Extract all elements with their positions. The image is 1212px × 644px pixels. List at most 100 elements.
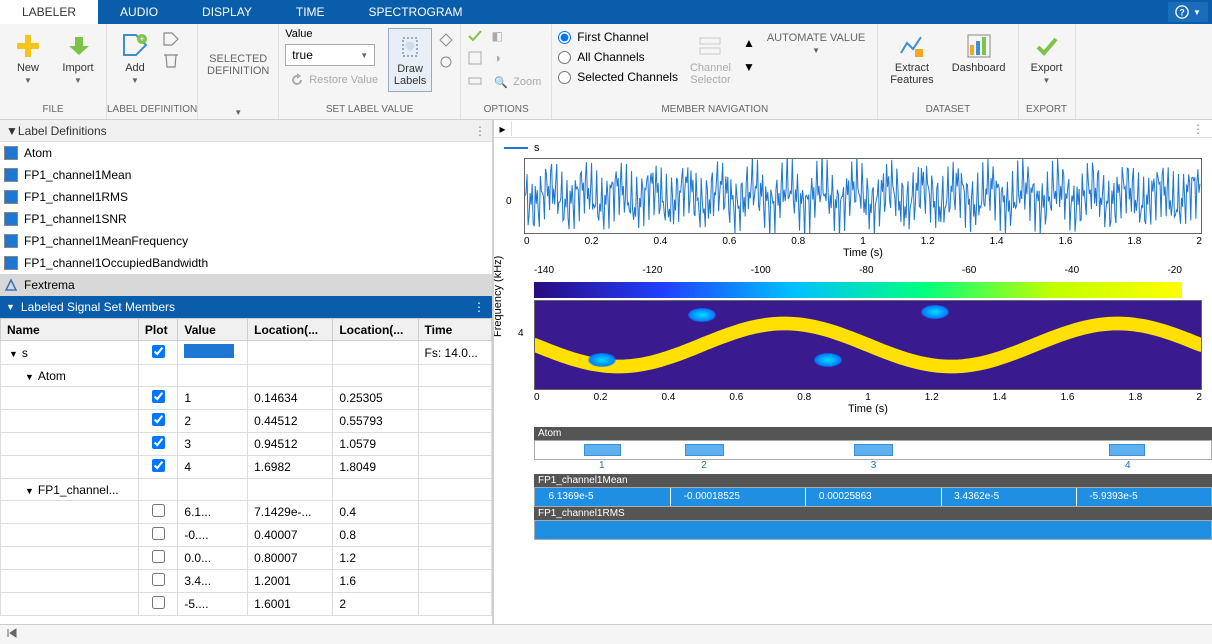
- opt5-icon[interactable]: ◑: [489, 50, 505, 66]
- svg-text:+: +: [139, 34, 144, 44]
- add-button[interactable]: + Add▼: [113, 28, 157, 89]
- column-header[interactable]: Name: [1, 319, 139, 341]
- table-row[interactable]: 10.146340.25305: [1, 387, 492, 410]
- plot-checkbox[interactable]: [152, 436, 165, 449]
- draw-labels-button[interactable]: Draw Labels: [388, 28, 432, 92]
- opt2-icon[interactable]: [467, 50, 483, 66]
- column-header[interactable]: Location(...: [248, 319, 333, 341]
- table-row[interactable]: -5....1.60012: [1, 593, 492, 616]
- table-row[interactable]: 30.945121.0579: [1, 433, 492, 456]
- definition-row[interactable]: FP1_channel1MeanFrequency: [0, 230, 492, 252]
- import-button[interactable]: Import▼: [56, 28, 100, 89]
- track-rms[interactable]: [534, 520, 1212, 540]
- group-label-setval: SET LABEL VALUE: [279, 102, 460, 119]
- radio-all-channels[interactable]: All Channels: [558, 48, 678, 66]
- radio-first-channel[interactable]: First Channel: [558, 28, 678, 46]
- check-export-icon: [1033, 32, 1061, 60]
- label-definitions-header[interactable]: ▼Label Definitions⋮: [0, 120, 492, 142]
- tab-audio[interactable]: AUDIO: [98, 0, 180, 24]
- label-tool2-icon[interactable]: [438, 54, 454, 70]
- opt3-icon[interactable]: [467, 72, 483, 88]
- definition-row[interactable]: FP1_channel1Mean: [0, 164, 492, 186]
- tab-strip: LABELER AUDIO DISPLAY TIME SPECTROGRAM ?…: [0, 0, 1212, 24]
- color-swatch: [4, 168, 18, 182]
- check-icon[interactable]: [467, 28, 483, 44]
- svg-text:?: ?: [1179, 8, 1184, 18]
- table-row[interactable]: -0....0.400070.8: [1, 524, 492, 547]
- table-row[interactable]: ▼sFs: 14.0...: [1, 341, 492, 365]
- opt4-icon[interactable]: ◧: [489, 28, 505, 44]
- track-atom[interactable]: [534, 440, 1212, 460]
- track-mean-header: FP1_channel1Mean: [534, 474, 1212, 487]
- table-row[interactable]: 6.1...7.1429e-...0.4: [1, 501, 492, 524]
- plot-checkbox[interactable]: [152, 573, 165, 586]
- waveform-plot[interactable]: 0 00.20.40.60.811.21.41.61.82 Time (s): [494, 158, 1212, 265]
- delete-icon[interactable]: [163, 52, 179, 68]
- plot-checkbox[interactable]: [152, 550, 165, 563]
- atom-region[interactable]: [1109, 444, 1145, 456]
- nav-up-icon[interactable]: ▲: [743, 36, 755, 50]
- dashboard-button[interactable]: Dashboard: [946, 28, 1012, 78]
- atom-region[interactable]: [854, 444, 892, 456]
- plot-legend: s: [494, 138, 1212, 158]
- group-label-export: EXPORT: [1019, 102, 1075, 119]
- radio-selected-channels[interactable]: Selected Channels: [558, 68, 678, 86]
- plot-toolbar: ▸⋮: [494, 120, 1212, 138]
- members-header[interactable]: ▼Labeled Signal Set Members⋮: [0, 296, 492, 318]
- column-header[interactable]: Time: [418, 319, 491, 341]
- table-row[interactable]: 3.4...1.20011.6: [1, 570, 492, 593]
- table-row[interactable]: 20.445120.55793: [1, 410, 492, 433]
- dashboard-icon: [965, 32, 993, 60]
- plot-checkbox[interactable]: [152, 413, 165, 426]
- rewind-icon[interactable]: [6, 627, 18, 642]
- column-header[interactable]: Location(...: [333, 319, 418, 341]
- column-header[interactable]: Value: [178, 319, 248, 341]
- plot-checkbox[interactable]: [152, 459, 165, 472]
- new-button[interactable]: New▼: [6, 28, 50, 89]
- atom-region[interactable]: [685, 444, 723, 456]
- label-tool-icon[interactable]: [438, 32, 454, 48]
- definition-row[interactable]: Atom: [0, 142, 492, 164]
- extract-features-button[interactable]: Extract Features: [884, 28, 939, 90]
- track-value: -0.00018525: [684, 491, 740, 502]
- restore-value-button[interactable]: Restore Value: [285, 70, 382, 90]
- tab-time[interactable]: TIME: [274, 0, 347, 24]
- plot-checkbox[interactable]: [152, 504, 165, 517]
- table-row[interactable]: ▼Atom: [1, 365, 492, 387]
- members-table: NamePlotValueLocation(...Location(...Tim…: [0, 318, 492, 624]
- export-button[interactable]: Export▼: [1025, 28, 1069, 89]
- column-header[interactable]: Plot: [138, 319, 177, 341]
- color-swatch: [4, 256, 18, 270]
- zoom-button[interactable]: 🔍Zoom: [489, 72, 545, 92]
- table-row[interactable]: ▼FP1_channel...: [1, 479, 492, 501]
- import-icon: [64, 32, 92, 60]
- automate-value-button[interactable]: AUTOMATE VALUE ▼: [761, 28, 871, 59]
- group-label-file: FILE: [0, 102, 106, 119]
- definition-row[interactable]: FP1_channel1OccupiedBandwidth: [0, 252, 492, 274]
- plot-checkbox[interactable]: [152, 596, 165, 609]
- plot-checkbox[interactable]: [152, 527, 165, 540]
- track-mean[interactable]: 6.1369e-5-0.000185250.000258633.4362e-5-…: [534, 487, 1212, 507]
- triangle-icon: [4, 278, 18, 292]
- definition-row[interactable]: FP1_channel1RMS: [0, 186, 492, 208]
- table-row[interactable]: 41.69821.8049: [1, 456, 492, 479]
- channel-selector-button[interactable]: Channel Selector: [684, 28, 737, 90]
- tab-display[interactable]: DISPLAY: [180, 0, 274, 24]
- colorbar-ticks: -140-120-100-80-60-40-20: [534, 265, 1182, 276]
- edit-tag-icon[interactable]: [163, 32, 179, 48]
- spectrogram-plot[interactable]: Frequency (kHz) 4 00.20.40.60.811.21.41.…: [494, 300, 1212, 421]
- table-row[interactable]: 0.0...0.800071.2: [1, 547, 492, 570]
- tab-spectrogram[interactable]: SPECTROGRAM: [347, 0, 485, 24]
- undo-icon: [289, 72, 305, 88]
- color-swatch: [4, 190, 18, 204]
- waveform-xlabel: Time (s): [524, 247, 1202, 259]
- nav-down-icon[interactable]: ▼: [743, 60, 755, 74]
- definition-row[interactable]: FP1_channel1SNR: [0, 208, 492, 230]
- help-button[interactable]: ? ▼: [1168, 2, 1208, 22]
- atom-region[interactable]: [584, 444, 620, 456]
- definition-row[interactable]: Fextrema: [0, 274, 492, 296]
- value-dropdown[interactable]: true▼: [285, 44, 375, 66]
- plot-checkbox[interactable]: [152, 390, 165, 403]
- tab-labeler[interactable]: LABELER: [0, 0, 98, 24]
- plot-checkbox[interactable]: [152, 345, 165, 358]
